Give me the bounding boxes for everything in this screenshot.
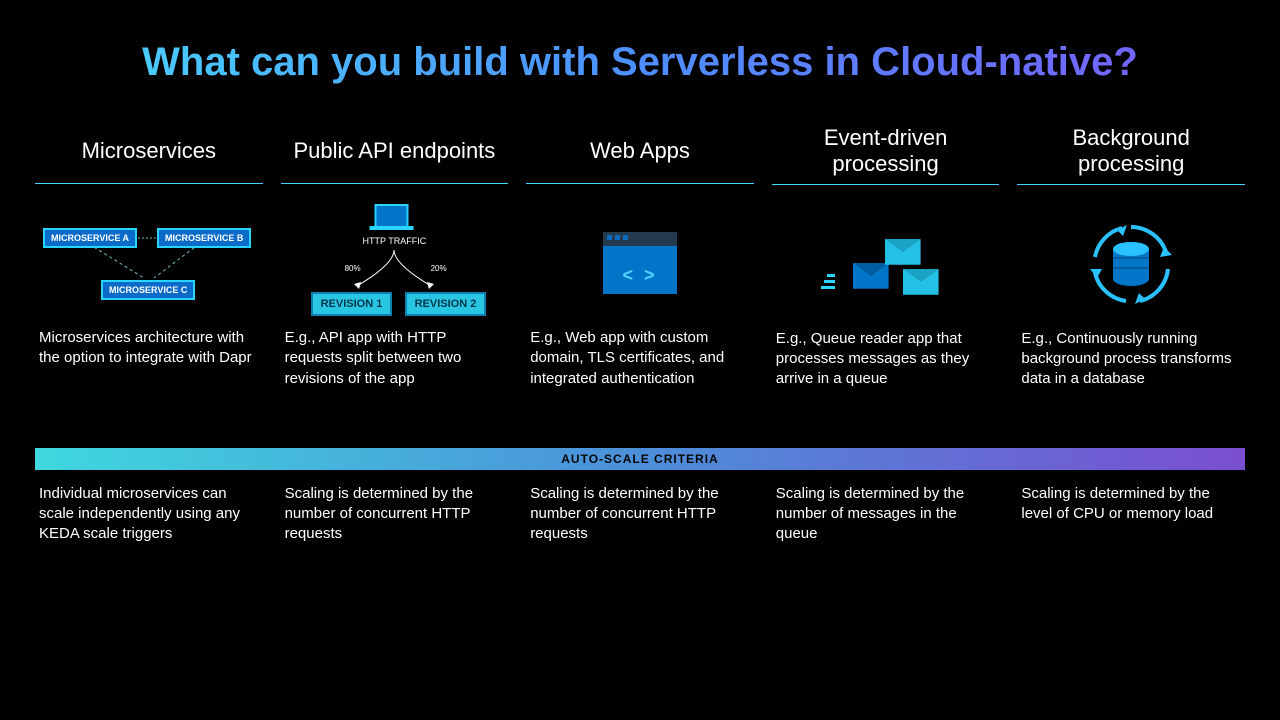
col-description: E.g., Continuously running background pr…	[1017, 329, 1245, 390]
col-public-api: Public API endpoints HTTP TRAFFIC 80% 20…	[281, 125, 509, 390]
api-diagram: HTTP TRAFFIC 80% 20% REVISION 1 REVISION…	[281, 198, 509, 328]
col-web-apps: Web Apps < > E.g., Web app with custom d…	[526, 125, 754, 390]
envelope-icon	[903, 269, 939, 295]
revision-1-box: REVISION 1	[311, 292, 393, 316]
pct-20: 20%	[431, 264, 447, 273]
col-header: Web Apps	[526, 125, 754, 183]
scale-desc: Individual microservices can scale indep…	[35, 484, 263, 545]
event-diagram	[772, 199, 1000, 329]
envelope-icon	[885, 239, 921, 265]
col-background: Background processing	[1017, 125, 1245, 390]
pct-80: 80%	[345, 264, 361, 273]
col-description: Microservices architecture with the opti…	[35, 328, 263, 369]
slide-title: What can you build with Serverless in Cl…	[35, 40, 1245, 85]
col-microservices: Microservices MICROSERVICE A MICROSERVIC…	[35, 125, 263, 390]
speed-lines-icon	[821, 271, 835, 292]
scale-desc: Scaling is determined by the number of c…	[526, 484, 754, 545]
divider	[35, 183, 263, 184]
divider	[772, 184, 1000, 185]
revision-2-box: REVISION 2	[405, 292, 487, 316]
col-description: E.g., Queue reader app that processes me…	[772, 329, 1000, 390]
scale-desc: Scaling is determined by the level of CP…	[1017, 484, 1245, 545]
background-diagram	[1017, 199, 1245, 329]
col-header: Public API endpoints	[281, 125, 509, 183]
browser-icon: < >	[603, 232, 677, 294]
microservices-diagram: MICROSERVICE A MICROSERVICE B MICROSERVI…	[35, 198, 263, 328]
autoscale-bar: AUTO-SCALE CRITERIA	[35, 448, 1245, 470]
col-description: E.g., Web app with custom domain, TLS ce…	[526, 328, 754, 389]
col-header: Event-driven processing	[772, 125, 1000, 184]
divider	[526, 183, 754, 184]
col-event-driven: Event-driven processing E.g., Queue read…	[772, 125, 1000, 390]
webapp-diagram: < >	[526, 198, 754, 328]
divider	[281, 183, 509, 184]
microservice-c-box: MICROSERVICE C	[101, 280, 195, 300]
divider	[1017, 184, 1245, 185]
col-description: E.g., API app with HTTP requests split b…	[281, 328, 509, 389]
columns-row: Microservices MICROSERVICE A MICROSERVIC…	[35, 125, 1245, 390]
col-header: Background processing	[1017, 125, 1245, 184]
microservice-a-box: MICROSERVICE A	[43, 228, 137, 248]
envelope-icon	[853, 263, 889, 289]
connector-lines-icon	[34, 198, 264, 328]
database-cycle-icon	[1086, 219, 1176, 309]
microservice-b-box: MICROSERVICE B	[157, 228, 251, 248]
scale-row: Individual microservices can scale indep…	[35, 484, 1245, 545]
code-icon: < >	[622, 265, 657, 286]
scale-desc: Scaling is determined by the number of c…	[281, 484, 509, 545]
col-header: Microservices	[35, 125, 263, 183]
scale-desc: Scaling is determined by the number of m…	[772, 484, 1000, 545]
